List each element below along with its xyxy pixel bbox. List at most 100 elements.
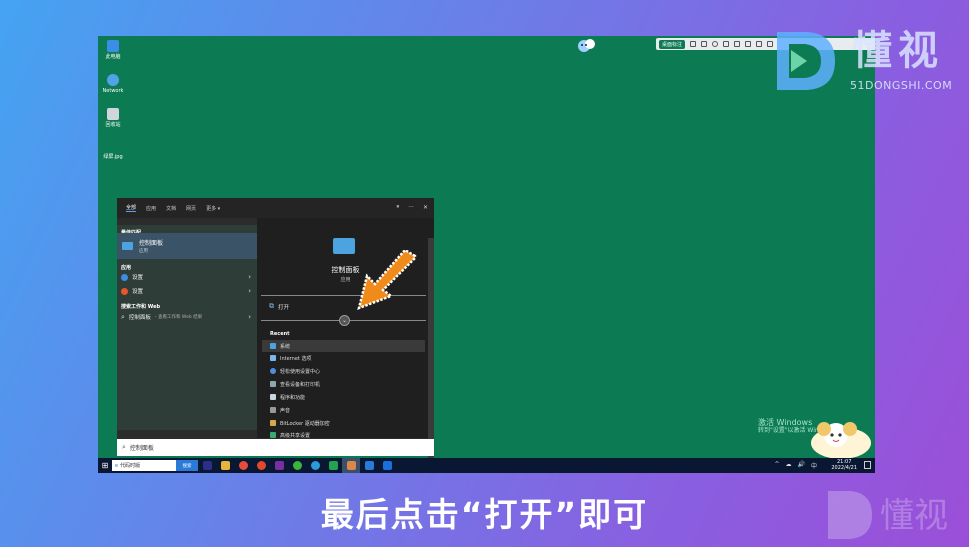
- watermark-text: 懂视: [852, 28, 944, 74]
- search-tabs: 全部 应用 文档 网页 更多 ▾ ⏸ ··· ✕: [117, 198, 434, 218]
- taskbar-app-store[interactable]: [378, 458, 396, 473]
- app-result-settings-2[interactable]: 设置 ›: [121, 285, 253, 297]
- key-icon: [270, 420, 276, 426]
- tab-web[interactable]: 网页: [186, 205, 196, 212]
- folder-icon: [220, 461, 230, 470]
- tab-apps[interactable]: 应用: [146, 205, 156, 212]
- recent-item-bitlocker[interactable]: BitLocker 驱动器加密: [262, 417, 425, 429]
- taskbar-clock[interactable]: 21:07 2022/4/21: [831, 459, 857, 471]
- chevron-right-icon: ›: [248, 287, 251, 295]
- notification-icon[interactable]: [864, 461, 871, 469]
- scrollbar[interactable]: [428, 238, 434, 458]
- web-result-item[interactable]: ⌕ 控制面板 - 查看工作和 Web 结果 ›: [121, 311, 253, 323]
- logo-icon: [578, 39, 595, 52]
- svg-text:懂视: 懂视: [880, 496, 948, 536]
- internet-options-icon: [270, 355, 276, 361]
- recent-header: Recent: [270, 331, 290, 337]
- settings-icon: [121, 273, 128, 281]
- search-icon: ⌕: [121, 312, 125, 321]
- more-options-icon[interactable]: ···: [408, 204, 414, 211]
- panel-controls: ⏸ ··· ✕: [396, 203, 428, 211]
- chrome-icon: [238, 461, 248, 470]
- edge-search-icon: e: [115, 462, 119, 469]
- tray-overflow-icon[interactable]: ^: [774, 461, 779, 470]
- volume-icon[interactable]: 🔊: [798, 461, 805, 470]
- settings-icon: [121, 287, 128, 295]
- open-icon: ⧉: [269, 302, 274, 310]
- pause-icon[interactable]: ⏸: [396, 203, 399, 211]
- taskbar-app-file-explorer[interactable]: [216, 458, 234, 473]
- recent-item-sound[interactable]: 声音: [262, 404, 425, 416]
- circle-tool-icon[interactable]: [712, 41, 719, 47]
- chevron-right-icon: ›: [248, 313, 251, 321]
- chevron-right-icon: ›: [248, 273, 251, 281]
- store-icon: [382, 461, 392, 470]
- taskbar-app-chrome[interactable]: [234, 458, 252, 473]
- recent-item-programs-features[interactable]: 程序和功能: [262, 391, 425, 403]
- web-header: 搜索工作和 Web: [121, 304, 161, 310]
- rectangle-tool-icon[interactable]: [701, 41, 708, 47]
- annotation-toolbar-label[interactable]: 桌面标注: [659, 39, 686, 49]
- best-match-title: 控制面板: [139, 240, 164, 247]
- search-box[interactable]: ⌕ 控制面板: [117, 439, 434, 456]
- recycle-bin-icon: [107, 108, 119, 120]
- marker-tool-icon[interactable]: [745, 41, 752, 47]
- pointer-arrow-icon: [357, 250, 417, 311]
- start-button[interactable]: ⊞: [98, 458, 112, 473]
- network-icon: [107, 74, 119, 86]
- taskbar-app-excel[interactable]: [324, 458, 342, 473]
- network-sharing-icon: [270, 432, 276, 438]
- apps-header: 应用: [121, 265, 132, 271]
- desktop-icon-image-file[interactable]: 绿屏.jpg: [98, 154, 128, 160]
- pen-tool-icon[interactable]: [690, 41, 697, 47]
- excel-icon: [328, 461, 338, 470]
- arrow-tool-icon[interactable]: [723, 41, 730, 47]
- taskbar-app-settings[interactable]: [342, 458, 360, 473]
- tab-documents[interactable]: 文档: [166, 205, 176, 212]
- expand-chevron-icon[interactable]: ⌄: [339, 315, 350, 326]
- control-panel-icon: [333, 238, 355, 254]
- wechat-icon: [292, 461, 302, 470]
- system-tray: ^ ☁ 🔊 中: [774, 461, 817, 470]
- sticky-icon: [364, 461, 374, 470]
- best-match-item[interactable]: 控制面板 应用: [117, 233, 257, 259]
- input-method-icon[interactable]: 中: [811, 461, 817, 470]
- watermark-logo-bottom-icon: 懂视: [828, 491, 948, 539]
- printer-icon: [270, 381, 276, 387]
- windows-search-panel: 全部 应用 文档 网页 更多 ▾ ⏸ ··· ✕ 最佳匹配 控制面板 应用 应用…: [117, 198, 434, 458]
- taskbar-app-premiere-pro[interactable]: [270, 458, 288, 473]
- taskbar-app-sticky[interactable]: [360, 458, 378, 473]
- premiere-icon: [202, 461, 212, 470]
- taskbar-app-wechat[interactable]: [288, 458, 306, 473]
- taskbar-search-button[interactable]: 搜索: [176, 460, 198, 471]
- recent-item-devices-printers[interactable]: 查看设备和打印机: [262, 378, 425, 390]
- windows-logo-icon: ⊞: [101, 461, 109, 470]
- taskbar-app-wps[interactable]: [252, 458, 270, 473]
- recent-item-ease-of-access[interactable]: 轻松使用设置中心: [262, 365, 425, 377]
- best-match-subtitle: 应用: [139, 249, 148, 254]
- taskbar-app-premiere[interactable]: [198, 458, 216, 473]
- desktop-icon-recycle-bin[interactable]: 回收站: [98, 108, 128, 128]
- desktop-icon-this-pc[interactable]: 此电脑: [98, 40, 128, 60]
- tab-all[interactable]: 全部: [126, 204, 137, 212]
- recent-item-internet-options[interactable]: Internet 选项: [262, 352, 425, 364]
- close-icon[interactable]: ✕: [423, 204, 428, 211]
- ease-of-access-icon: [270, 368, 276, 374]
- results-list: 最佳匹配 控制面板 应用 应用 设置 › 设置 › 搜索工作和 Web ⌕ 控制…: [117, 225, 257, 430]
- taskbar-search[interactable]: e 代码时版: [112, 460, 176, 471]
- open-button[interactable]: ⧉ 打开: [269, 302, 289, 311]
- undo-icon[interactable]: [756, 41, 763, 47]
- computer-icon: [107, 40, 119, 52]
- watermark-subtext: 51DONGSHI.COM: [850, 79, 953, 92]
- recent-item-system[interactable]: 系统: [262, 340, 425, 352]
- search-input[interactable]: 控制面板: [130, 443, 154, 452]
- cloud-icon[interactable]: ☁: [786, 461, 792, 470]
- mascot-sticker-icon: [811, 422, 871, 459]
- settings-gear-icon: [346, 461, 356, 470]
- taskbar-app-edge[interactable]: [306, 458, 324, 473]
- tab-more[interactable]: 更多 ▾: [206, 205, 220, 212]
- control-panel-icon: [122, 242, 133, 250]
- app-result-settings-1[interactable]: 设置 ›: [121, 271, 253, 283]
- line-tool-icon[interactable]: [734, 41, 741, 47]
- desktop-icon-network[interactable]: Network: [98, 74, 128, 94]
